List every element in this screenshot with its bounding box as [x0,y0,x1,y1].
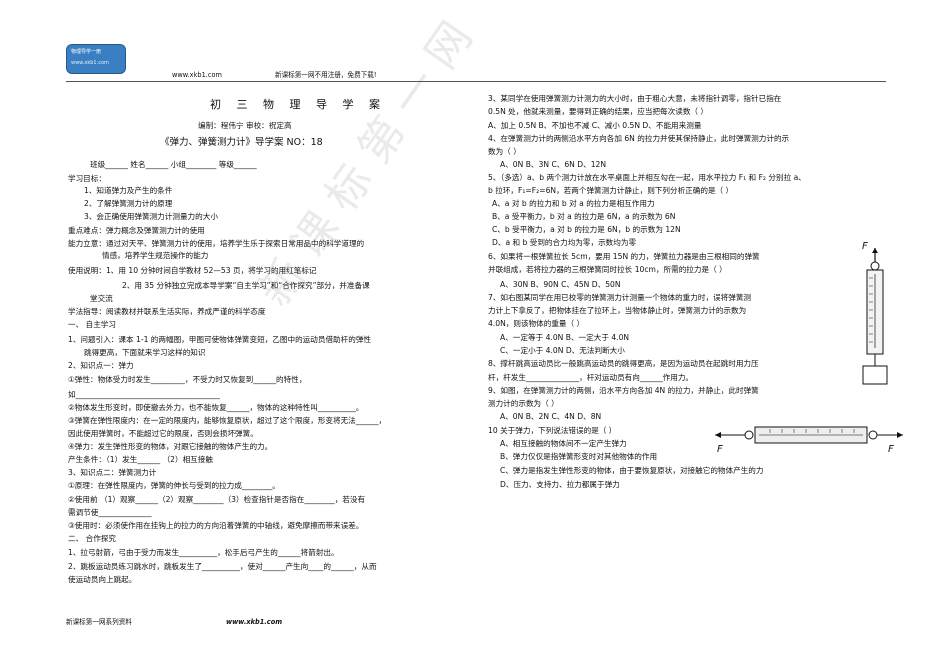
text-line: ③使用时：必须使作用在挂钩上的拉力的方向沿着弹簧的中轴线，避免摩擦而带来误差。 [68,521,364,530]
site-logo: 物理导学一册 www.xkb1.com [66,44,126,74]
text-line: ③弹簧在弹性限度内：在一定的限度内，能够恢复原状，超过了这个限度，形变将无法__… [68,416,387,425]
spring-scale-figure [862,248,888,385]
text-line: 产生条件：（1）发生______ （2）相互接触 [68,455,213,464]
usage-line: 使用说明：1、用 10 分钟时间自学教材 52—53 页，将学习的用红笔标记 [68,266,317,275]
question-line: A、一定等于 4.0N B、一定大于 4.0N [500,333,630,342]
logo-url: www.xkb1.com [71,60,109,66]
question-line: 3、某同学在使用弹簧测力计测力的大小时，由于粗心大意，未将指针调零，指针已指在 [488,94,782,103]
text-line: 如______________________________________ [68,390,220,399]
question-line: 6、如果将一根弹簧拉长 5cm，要用 15N 的力，弹簧拉力器是由三根相同的弹簧 [488,252,760,261]
usage-line: 2、用 35 分钟独立完成本导学案“自主学习”和“合作探究”部分，并准备课 [122,281,370,290]
question-line: 0.5N 处，他就来测量，要得到正确的结果，应当把每次读数（ ） [488,107,709,116]
question-line: 4.0N，则该物体的重量（ ） [488,319,585,328]
question-line: A、30N B、90N C、45N D、50N [500,280,621,289]
section-heading: 一、 自主学习 [68,320,116,329]
question-line: A、加上 0.5N B、不加也不减 C、减小 0.5N D、不能用来测量 [488,121,702,130]
method-line: 学法指导：阅读教材并联系生活实际，养成严谨的科学态度 [68,307,266,316]
goal-item: 1、知道弹力及产生的条件 [84,186,173,195]
student-info: 班级______ 姓名______ 小组________ 等级______ [90,160,257,169]
question-line: 8、撑杆跳高运动员比一般跳高运动员的跳得更高，是因为运动员在起跳时用力压 [488,359,759,368]
question-line: 4、在弹簧测力计的两侧沿水平方向各加 6N 的拉力并使其保持静止，此时弹簧测力计… [488,134,790,143]
text-line: ①弹性：物体受力时发生_________，不受力时又恢复到______的特性， [68,375,307,384]
ability-line: 能力立意：通过对天平、弹簧测力计的使用，培养学生乐于探索日常用品中的科学道理的 [68,239,365,248]
question-line: C、一定小于 4.0N D、无法判断大小 [500,346,625,355]
question-line: B、弹力仅仅是指弹簧形变时对其他物体的作用 [500,452,658,461]
horizontal-scale-figure [715,426,903,444]
text-line: 2、跳板运动员练习跳水时，跳板发生了__________，使对______产生向… [68,562,377,571]
question-line: 7、如右图某同学在用已校零的弹簧测力计测量一个物体的重力时，误将弹簧测 [488,293,752,302]
question-line: 10 关于弹力，下列说法错误的是（ ） [488,426,617,435]
goal-item: 3、会正确使用弹簧测力计测量力的大小 [84,212,218,221]
doc-authors: 编制：程伟宁 审校：祝定高 [198,121,292,130]
doc-title: 初 三 物 理 导 学 案 [210,98,386,111]
text-line: ①原理：在弹性限度内，弹簧的伸长与受到的拉力成________。 [68,481,280,490]
question-line: 测力计的示数为（ ） [488,399,559,408]
footer-left: 新课标第一网系列资料 [66,618,132,626]
question-line: 杆，杆发生______________，杆对运动员有向______作用力。 [488,373,694,382]
text-line: ④弹力：发生弹性形变的物体，对跟它接触的物体产生的力。 [68,442,273,451]
goal-item: 2、了解弹簧测力计的原理 [84,199,173,208]
header-rule [66,81,886,82]
text-line: 跳得更高，下面就来学习这样的知识 [84,348,206,357]
header-site: www.xkb1.com [172,71,222,79]
question-line: B、a 受平衡力，b 对 a 的拉力是 6N，a 的示数为 6N [492,212,676,221]
ability-line: 情感，培养学生规范操作的能力 [102,251,209,260]
question-line: D、a 和 b 受到的合力均为零，示数均为零 [492,238,637,247]
text-line: 需调节使______________ [68,508,152,517]
question-line: A、0N B、3N C、6N D、12N [500,160,607,169]
text-line: 3、知识点二：弹簧测力计 [68,468,157,477]
question-line: 5、（多选）a、b 两个测力计放在水平桌面上并相互勾在一起，用水平拉力 F₁ 和… [488,173,806,182]
text-line: 使运动员向上跳起。 [68,575,137,584]
text-line: 因此使用弹簧时，不能超过它的限度，否则会损坏弹簧。 [68,429,258,438]
key-points: 重点难点：弹力概念及弹簧测力计的使用 [68,226,205,235]
question-line: C、b 受平衡力，a 对 b 的拉力是 6N，b 的示数为 12N [492,225,681,234]
question-line: A、相互接触的物体间不一定产生弹力 [500,439,627,448]
doc-subtitle: 《弹力、弹簧测力计》导学案 NO：18 [160,137,323,148]
text-line: 1、问题引入：课本 1-1 的两幅图，甲图可使物体弹簧变短，乙图中的运动员借助杆… [68,335,372,344]
goals-label: 学习目标： [68,174,106,183]
header-note: 新课标第一网不用注册，免费下载! [275,71,377,79]
usage-line: 堂交流 [90,294,113,303]
text-line: ②物体发生形变时，即使撤去外力，也不能恢复______，物体的这种特性叫____… [68,403,364,412]
question-line: A、a 对 b 的拉力和 b 对 a 的拉力是相互作用力 [492,199,655,208]
question-line: 数为（ ） [488,147,521,156]
section-heading: 二、 合作探究 [68,534,116,543]
footer-site: www.xkb1.com [226,618,283,626]
question-line: 力计上下拿反了，把物体挂在了拉环上，当物体静止时，弹簧测力计的示数为 [488,306,747,315]
question-line: D、压力、支持力、拉力都属于弹力 [500,480,620,489]
logo-text: 物理导学一册 [71,49,102,55]
text-line: ②使用前 （1）观察______（2）观察________（3）检查指针是否指在… [68,495,366,504]
question-line: 9、如图，在弹簧测力计的两侧，沿水平方向各加 4N 的拉力，并静止，此时弹簧 [488,386,759,395]
question-line: A、0N B、2N C、4N D、8N [500,412,602,421]
text-line: 1、拉弓射箭，弓由于受力而发生__________，松手后弓产生的______将… [68,548,339,557]
question-line: 并联组成，若将拉力器的三根弹簧同时拉长 10cm，所需的拉力是（ ） [488,265,727,274]
question-line: C、弹力是指发生弹性形变的物体，由于要恢复原状，对接触它的物体产生的力 [500,466,764,475]
text-line: 2、知识点一：弹力 [68,361,134,370]
question-line: b 拉环，F₁=F₂=6N，若两个弹簧测力计静止，则下列分析正确的是（ ） [488,186,734,195]
